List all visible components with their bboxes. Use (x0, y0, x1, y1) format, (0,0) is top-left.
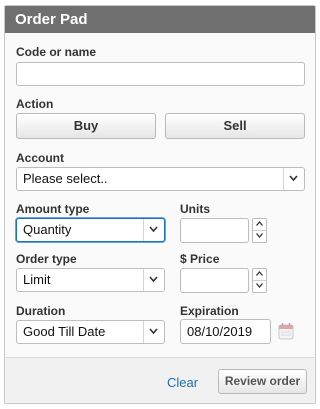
units-stepper (252, 218, 267, 243)
price-increment-button[interactable] (253, 269, 266, 281)
review-order-button[interactable]: Review order (218, 369, 307, 394)
units-decrement-button[interactable] (253, 231, 266, 243)
panel-title: Order Pad (5, 6, 315, 33)
chevron-up-icon (256, 271, 263, 277)
duration-select[interactable]: Good Till Date (16, 320, 165, 344)
sell-button[interactable]: Sell (165, 113, 305, 139)
code-input[interactable] (16, 62, 305, 86)
amount-type-select[interactable]: Quantity (16, 218, 165, 242)
price-decrement-button[interactable] (253, 281, 266, 293)
code-label: Code or name (16, 45, 97, 59)
buy-button[interactable]: Buy (16, 113, 156, 139)
expiration-label: Expiration (180, 304, 239, 318)
chevron-up-icon (256, 221, 263, 227)
units-increment-button[interactable] (253, 219, 266, 231)
units-label: Units (180, 202, 210, 216)
units-input[interactable] (180, 218, 249, 243)
chevron-down-icon (143, 219, 164, 241)
amount-type-select-value: Quantity (23, 222, 72, 237)
chevron-down-icon (256, 233, 263, 239)
order-type-select-value: Limit (23, 272, 51, 287)
action-label: Action (16, 97, 54, 111)
amount-type-label: Amount type (16, 202, 90, 216)
price-input[interactable] (180, 268, 249, 293)
expiration-date-input[interactable] (180, 319, 271, 344)
clear-link[interactable]: Clear (167, 375, 198, 390)
chevron-down-icon (256, 283, 263, 289)
order-pad-panel: Order Pad Code or name Action Buy Sell A… (4, 5, 316, 404)
footer: Clear Review order (5, 358, 315, 403)
account-label: Account (16, 151, 64, 165)
order-type-select[interactable]: Limit (16, 268, 165, 292)
order-type-label: Order type (16, 252, 77, 266)
calendar-icon[interactable] (278, 322, 294, 340)
chevron-down-icon (143, 269, 164, 291)
duration-select-value: Good Till Date (23, 324, 106, 339)
chevron-down-icon (283, 168, 304, 190)
price-stepper (252, 268, 267, 293)
account-select[interactable]: Please select.. (16, 167, 305, 191)
chevron-down-icon (143, 321, 164, 343)
duration-label: Duration (16, 304, 66, 318)
price-label: $ Price (180, 252, 220, 266)
account-select-value: Please select.. (23, 171, 108, 186)
